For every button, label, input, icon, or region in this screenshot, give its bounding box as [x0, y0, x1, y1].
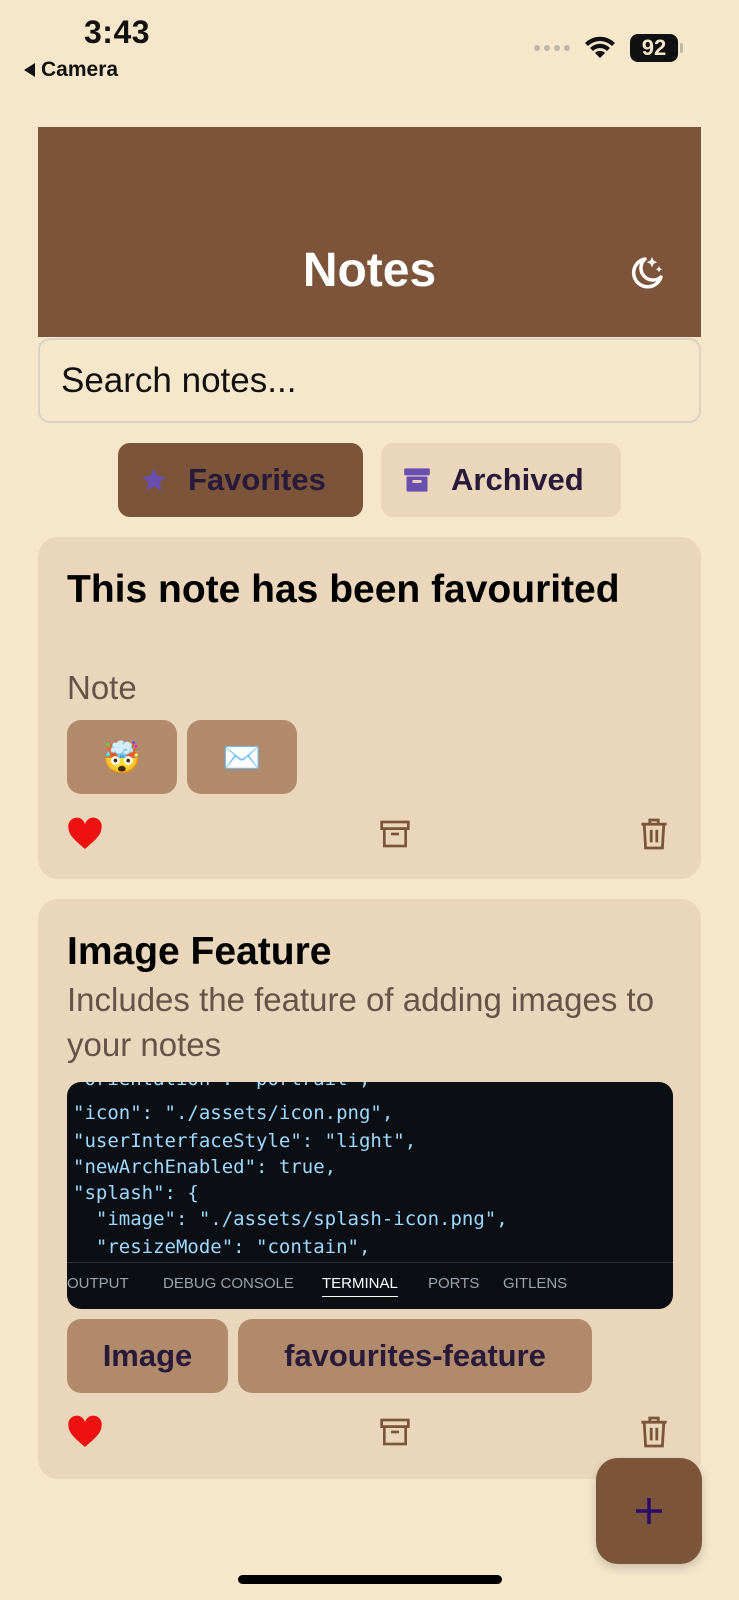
code-line: "icon": "./assets/icon.png", — [73, 1102, 394, 1124]
back-label: Camera — [41, 58, 119, 81]
heart-icon[interactable] — [67, 817, 103, 851]
panel-tab: DEBUG CONSOLE — [163, 1275, 294, 1292]
archived-filter-button[interactable]: Archived — [381, 443, 621, 517]
panel-tab-active: TERMINAL — [322, 1275, 398, 1297]
battery-indicator: 92 — [630, 34, 683, 62]
app-header: Notes — [38, 127, 701, 337]
archived-label: Archived — [451, 462, 584, 497]
wifi-icon — [585, 36, 615, 58]
note-body: Note — [67, 669, 137, 706]
home-indicator — [238, 1575, 502, 1584]
archive-box-icon — [404, 468, 430, 492]
favorites-label: Favorites — [188, 462, 326, 497]
code-line: "orientation": "portrait", — [73, 1082, 370, 1090]
note-tag[interactable]: ✉️ — [187, 720, 297, 794]
back-arrow-icon — [24, 63, 35, 77]
code-line: "userInterfaceStyle": "light", — [73, 1130, 417, 1152]
panel-tabs: OUTPUT DEBUG CONSOLE TERMINAL PORTS GITL… — [67, 1262, 673, 1309]
page-title: Notes — [302, 244, 437, 297]
note-tag[interactable]: favourites-feature — [238, 1319, 592, 1393]
code-line: "newArchEnabled": true, — [73, 1156, 337, 1178]
archive-icon[interactable] — [379, 1415, 411, 1449]
back-to-camera[interactable]: Camera — [24, 58, 118, 82]
search-input[interactable] — [38, 338, 701, 423]
note-card[interactable]: This note has been favourited Note 🤯 ✉️ — [38, 537, 701, 879]
panel-tab: PORTS — [428, 1275, 480, 1292]
code-line: "image": "./assets/splash-icon.png", — [73, 1208, 508, 1230]
moon-stars-icon[interactable] — [625, 253, 665, 293]
battery-level: 92 — [630, 34, 678, 62]
code-line: "splash": { — [73, 1182, 199, 1204]
note-actions — [67, 817, 672, 853]
trash-icon[interactable] — [640, 817, 668, 851]
heart-icon[interactable] — [67, 1415, 103, 1449]
panel-tab: GITLENS — [503, 1275, 568, 1292]
status-time: 3:43 — [84, 14, 151, 50]
plus-icon — [636, 1498, 662, 1524]
note-tag[interactable]: Image — [67, 1319, 228, 1393]
cellular-signal-icon — [534, 45, 570, 51]
add-note-button[interactable] — [596, 1458, 702, 1564]
note-title: Image Feature — [67, 930, 332, 973]
archive-icon[interactable] — [379, 817, 411, 851]
note-image[interactable]: "orientation": "portrait", "icon": "./as… — [67, 1082, 673, 1309]
favorites-filter-button[interactable]: Favorites — [118, 443, 363, 517]
note-title: This note has been favourited — [67, 568, 620, 611]
star-icon — [142, 468, 166, 491]
panel-tab: OUTPUT — [67, 1275, 129, 1292]
trash-icon[interactable] — [640, 1415, 668, 1449]
note-actions — [67, 1415, 672, 1451]
status-indicators: 92 — [534, 34, 683, 62]
note-body: Includes the feature of adding images to… — [67, 981, 655, 1063]
code-line: "resizeMode": "contain", — [73, 1236, 371, 1258]
note-tag[interactable]: 🤯 — [67, 720, 177, 794]
note-card[interactable]: Image Feature Includes the feature of ad… — [38, 899, 701, 1479]
